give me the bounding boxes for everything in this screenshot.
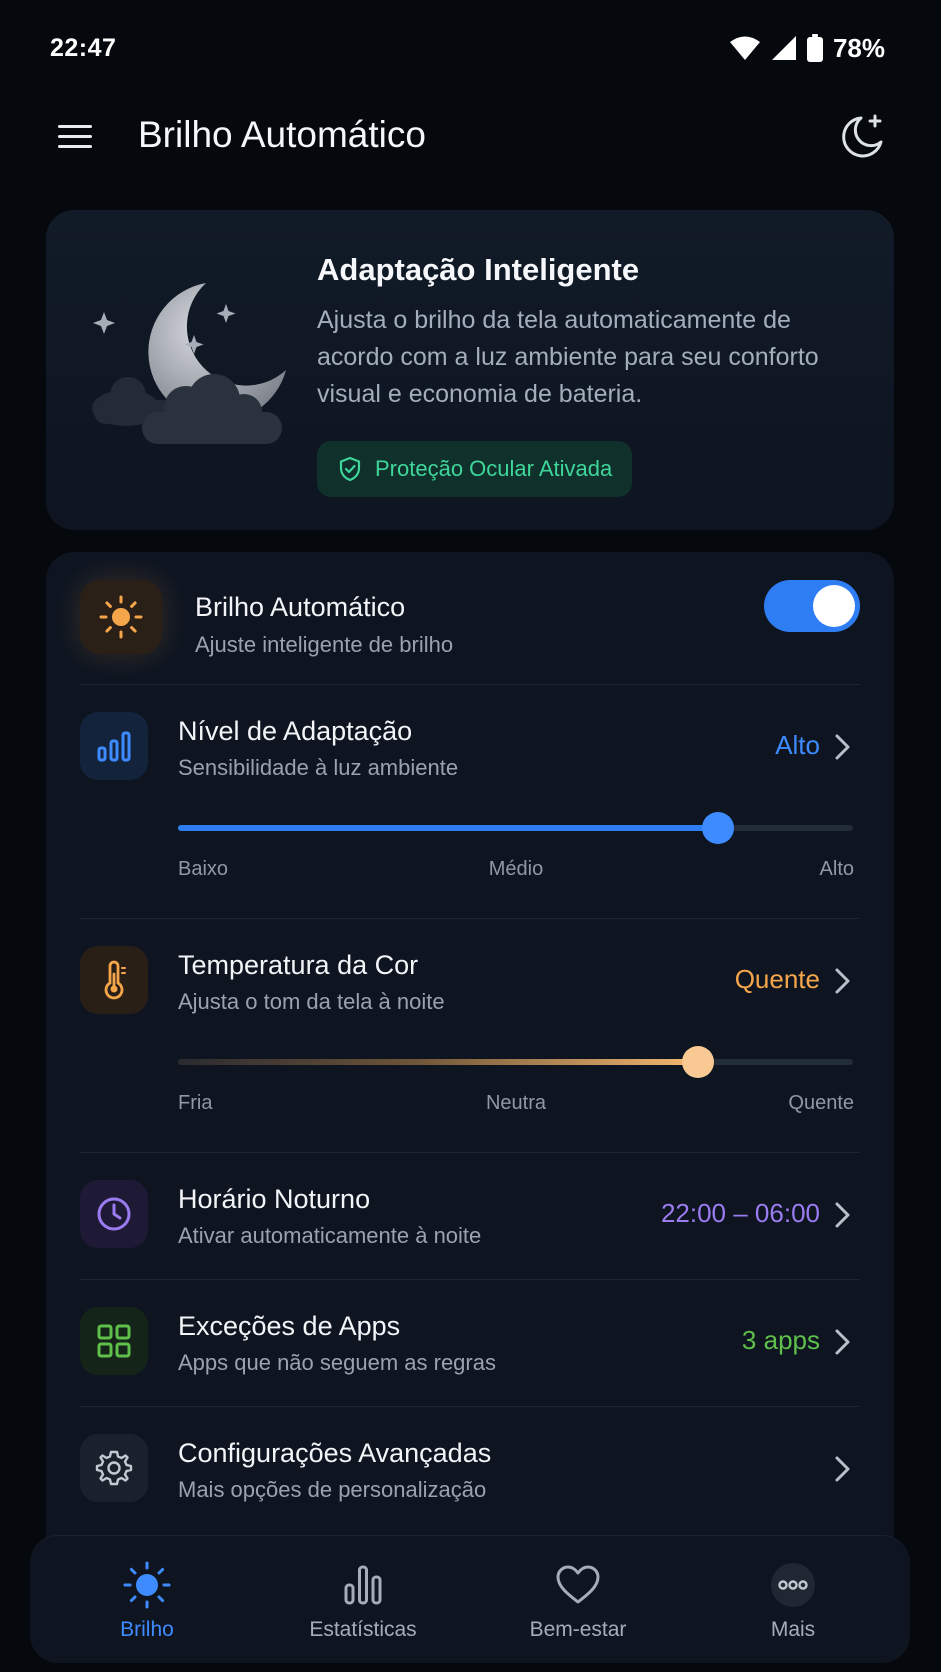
clock-icon <box>97 1197 131 1231</box>
battery-percent: 78% <box>832 32 885 63</box>
color-temp-subtitle: Ajusta o tom da tela à noite <box>178 989 445 1014</box>
status-bar: 22:47 78% <box>0 0 941 96</box>
more-icon <box>768 1560 818 1610</box>
grid-icon <box>97 1324 131 1358</box>
sun-icon <box>122 1560 172 1610</box>
adaptation-slider-fill <box>178 825 718 831</box>
chevron-right-icon[interactable] <box>832 732 854 762</box>
hero-title: Adaptação Inteligente <box>317 252 640 287</box>
thermometer-icon <box>104 960 126 1000</box>
nav-label: Estatísticas <box>309 1618 417 1641</box>
slider-label-low: Baixo <box>178 858 229 880</box>
night-schedule-value: 22:00 – 06:00 <box>660 1198 820 1228</box>
chevron-right-icon[interactable] <box>832 1200 854 1230</box>
color-temp-slider[interactable] <box>178 1046 853 1078</box>
nav-item-bem-estar[interactable]: Bem-estar <box>478 1536 678 1664</box>
app-exceptions-subtitle: Apps que não seguem as regras <box>178 1350 496 1375</box>
slider-label-warm: Quente <box>788 1092 854 1114</box>
app-exceptions-value: 3 apps <box>741 1325 820 1355</box>
color-temp-slider-thumb[interactable] <box>682 1046 714 1078</box>
badge-label: Proteção Ocular Ativada <box>375 456 613 481</box>
chevron-right-icon[interactable] <box>832 1454 854 1484</box>
bar-signal-icon <box>97 731 131 762</box>
night-schedule-subtitle: Ativar automaticamente à noite <box>178 1223 482 1248</box>
adaptation-value: Alto <box>775 730 820 760</box>
adaptation-slider-thumb[interactable] <box>702 812 734 844</box>
signal-icon <box>771 36 796 60</box>
hero-card: Adaptação Inteligente Ajusta o brilho da… <box>46 210 894 530</box>
status-icons: 78% <box>729 33 885 64</box>
night-schedule-title: Horário Noturno <box>178 1184 371 1214</box>
nav-label: Bem-estar <box>529 1618 627 1641</box>
nav-label: Mais <box>770 1618 816 1641</box>
auto-brightness-toggle[interactable] <box>764 580 860 632</box>
color-temp-value: Quente <box>734 964 820 994</box>
auto-brightness-subtitle: Ajuste inteligente de brilho <box>195 632 454 657</box>
adaptation-level-row[interactable]: Nível de Adaptação Sensibilidade à luz a… <box>80 712 860 902</box>
adaptation-title: Nível de Adaptação <box>178 716 413 746</box>
chevron-right-icon[interactable] <box>832 966 854 996</box>
wifi-icon <box>729 36 760 60</box>
color-temp-slider-fill <box>178 1059 698 1065</box>
nav-label: Brilho <box>120 1618 174 1641</box>
toggle-knob <box>813 585 855 627</box>
hero-description: Ajusta o brilho da tela automaticamente … <box>317 306 819 408</box>
divider <box>80 1279 860 1280</box>
advanced-icon-box <box>80 1434 148 1502</box>
divider <box>80 1406 860 1407</box>
menu-button[interactable] <box>56 116 96 156</box>
slider-label-high: Alto <box>819 858 854 880</box>
night-schedule-icon-box <box>80 1180 148 1248</box>
adaptation-subtitle: Sensibilidade à luz ambiente <box>178 755 459 780</box>
chevron-right-icon[interactable] <box>832 1327 854 1357</box>
night-mode-button[interactable] <box>837 110 889 162</box>
advanced-title: Configurações Avançadas <box>178 1438 492 1468</box>
nav-item-brilho[interactable]: Brilho <box>47 1536 247 1664</box>
app-header: Brilho Automático <box>0 96 941 176</box>
gear-icon <box>95 1450 133 1486</box>
adaptation-slider[interactable] <box>178 812 853 844</box>
heart-icon <box>553 1560 603 1610</box>
auto-brightness-title: Brilho Automático <box>195 592 406 622</box>
divider <box>80 918 860 919</box>
color-temp-title: Temperatura da Cor <box>178 950 419 980</box>
nav-item-mais[interactable]: Mais <box>693 1536 893 1664</box>
color-temperature-row[interactable]: Temperatura da Cor Ajusta o tom da tela … <box>80 946 860 1136</box>
moon-cloud-illustration <box>92 283 286 444</box>
app-exceptions-title: Exceções de Apps <box>178 1311 401 1341</box>
slider-label-neutral: Neutra <box>485 1092 547 1114</box>
moon-star-icon <box>842 114 883 158</box>
hamburger-icon <box>58 125 92 148</box>
color-temp-icon-box <box>80 946 148 1014</box>
app-exceptions-icon-box <box>80 1307 148 1375</box>
adaptation-icon-box <box>80 712 148 780</box>
slider-label-mid: Médio <box>488 858 544 880</box>
settings-card: Brilho Automático Ajuste inteligente de … <box>46 552 894 1562</box>
nav-item-estatisticas[interactable]: Estatísticas <box>263 1536 463 1664</box>
battery-icon <box>806 34 823 62</box>
night-schedule-row[interactable]: Horário Noturno Ativar automaticamente à… <box>80 1180 860 1252</box>
page-title: Brilho Automático <box>138 114 426 155</box>
divider <box>80 1152 860 1153</box>
app-exceptions-row[interactable]: Exceções de Apps Apps que não seguem as … <box>80 1307 860 1379</box>
auto-brightness-row: Brilho Automático Ajuste inteligente de … <box>80 580 860 680</box>
sun-icon <box>99 595 143 639</box>
eye-protection-badge: Proteção Ocular Ativada <box>317 441 633 497</box>
auto-brightness-icon-box <box>80 580 162 654</box>
shield-check-icon <box>339 456 361 482</box>
advanced-settings-row[interactable]: Configurações Avançadas Mais opções de p… <box>80 1434 860 1506</box>
divider <box>80 684 860 685</box>
bottom-navigation: Brilho Estatísticas Bem-estar Mais <box>30 1535 910 1663</box>
status-time: 22:47 <box>50 33 117 62</box>
slider-label-cool: Fria <box>178 1092 213 1114</box>
bar-chart-icon <box>338 1560 388 1610</box>
advanced-subtitle: Mais opções de personalização <box>178 1477 487 1502</box>
